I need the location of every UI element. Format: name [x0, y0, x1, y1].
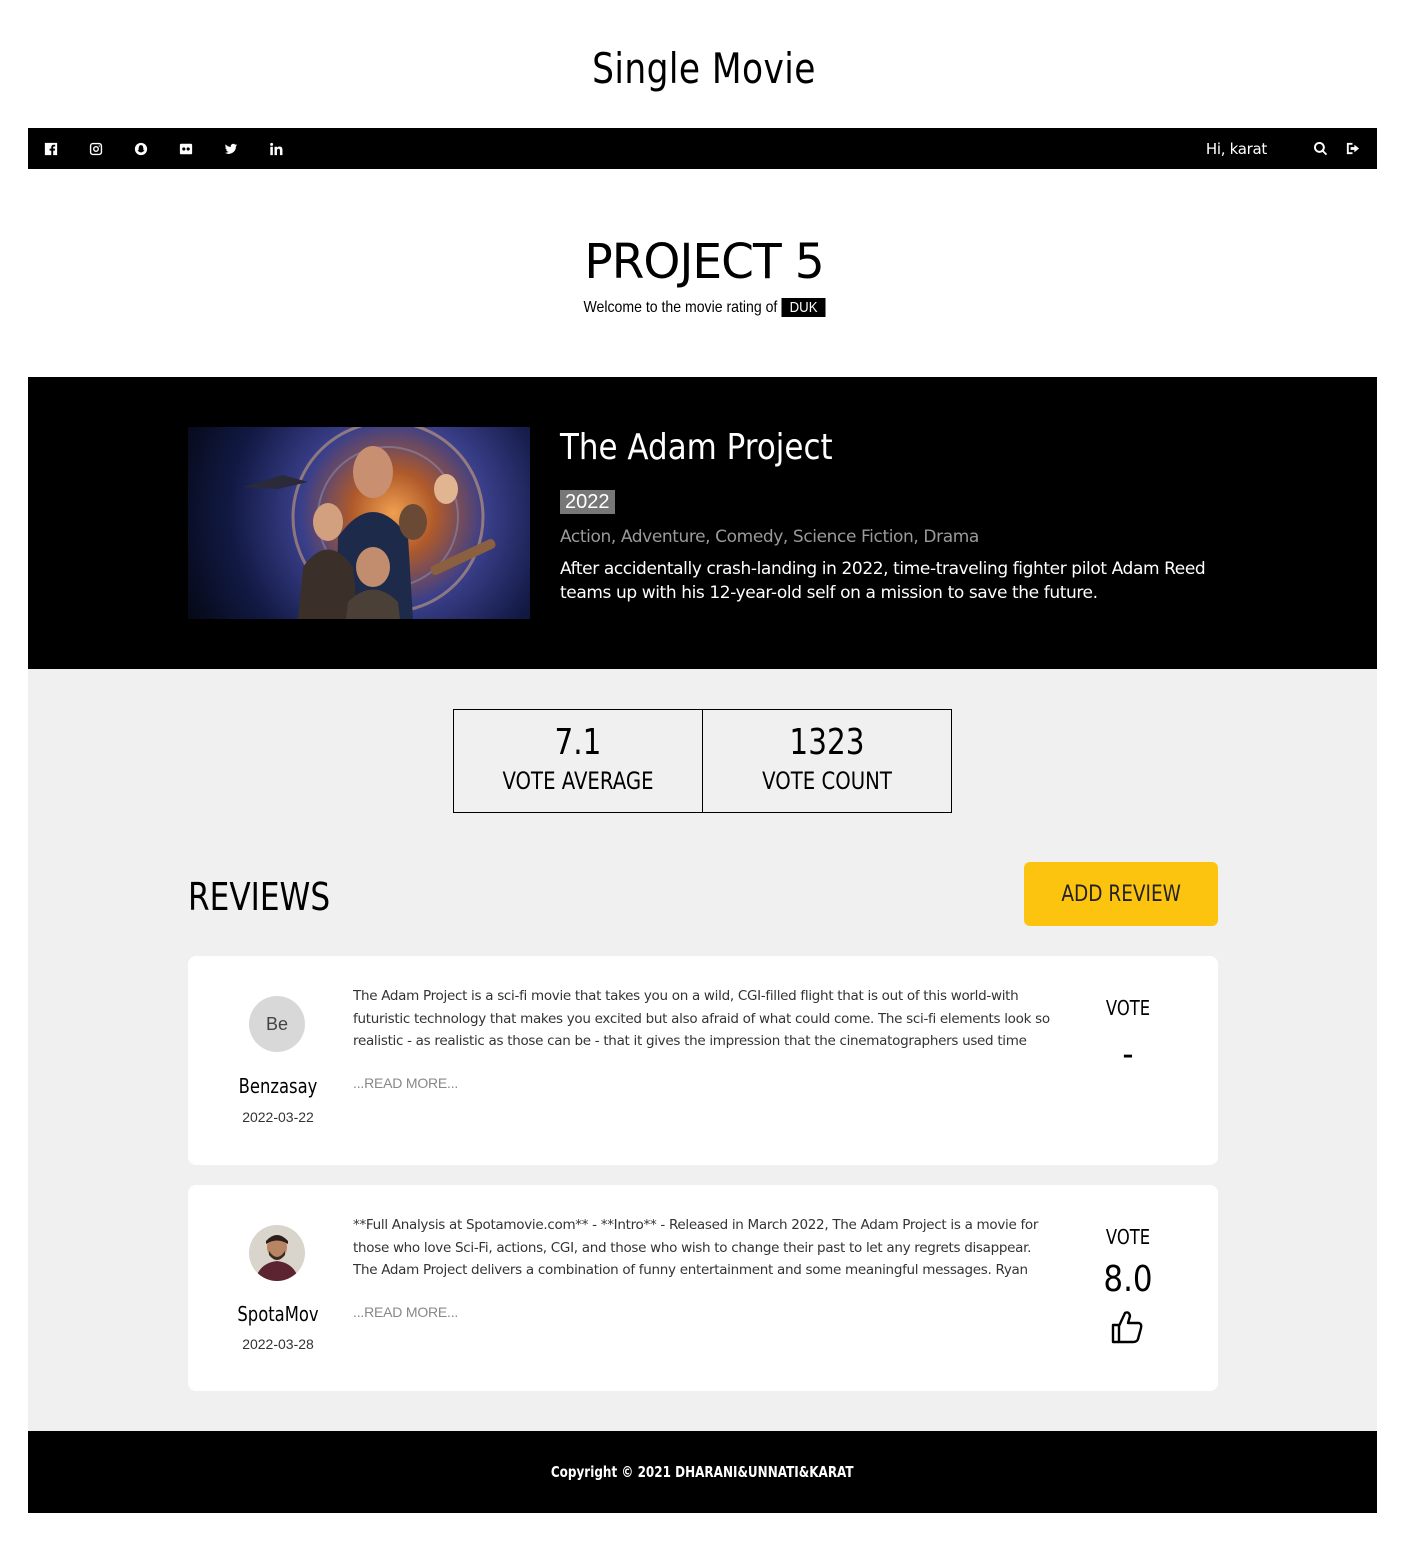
- review-author: Benzasay: [238, 1074, 318, 1098]
- search-icon[interactable]: [1313, 141, 1329, 157]
- copyright-text: Copyright © 2021 DHARANI&UNNATI&KARAT: [551, 1463, 854, 1481]
- vote-count-label: VOTE COUNT: [761, 767, 892, 795]
- brand-header: PROJECT 5 Welcome to the movie rating of…: [0, 234, 1408, 317]
- add-review-label: ADD REVIEW: [1061, 881, 1181, 907]
- review-date: 2022-03-22: [242, 1109, 314, 1125]
- read-more-link[interactable]: ...READ MORE...: [353, 1075, 458, 1091]
- review-content: **Full Analysis at Spotamovie.com** - **…: [353, 1217, 1039, 1278]
- user-greeting[interactable]: Hi, karat: [1206, 140, 1267, 158]
- twitter-icon[interactable]: [224, 142, 238, 156]
- vote-value: -: [1122, 1034, 1134, 1075]
- vote-label: VOTE: [1105, 1225, 1151, 1249]
- review-content: The Adam Project is a sci-fi movie that …: [353, 988, 1050, 1049]
- movie-genres: Action, Adventure, Comedy, Science Ficti…: [560, 527, 979, 547]
- review-date: 2022-03-28: [242, 1336, 314, 1352]
- welcome-line: Welcome to the movie rating of DUK: [583, 298, 825, 317]
- add-review-button[interactable]: ADD REVIEW: [1024, 862, 1218, 926]
- movie-overview: After accidentally crash-landing in 2022…: [560, 559, 1206, 603]
- top-navbar: Hi, karat: [28, 128, 1377, 169]
- vote-average-label: VOTE AVERAGE: [502, 767, 654, 795]
- review-card: Be Benzasay 2022-03-22 The Adam Project …: [188, 956, 1218, 1165]
- linkedin-icon[interactable]: [269, 142, 283, 156]
- footer: Copyright © 2021 DHARANI&UNNATI&KARAT: [28, 1431, 1377, 1513]
- movie-title: The Adam Project: [560, 427, 833, 468]
- snapchat-icon[interactable]: [134, 142, 148, 156]
- social-links: [28, 142, 314, 156]
- facebook-icon[interactable]: [44, 142, 58, 156]
- reviews-heading: REVIEWS: [188, 875, 331, 919]
- avatar: Be: [249, 996, 305, 1052]
- logout-icon[interactable]: [1345, 141, 1361, 157]
- vote-value: 8.0: [1103, 1259, 1153, 1300]
- page-title: Single Movie: [592, 44, 816, 93]
- vote-count-box: 1323 VOTE COUNT: [701, 709, 952, 813]
- movie-poster: [188, 427, 530, 619]
- vote-count-value: 1323: [788, 722, 865, 763]
- movie-details-section: 7.1 VOTE AVERAGE 1323 VOTE COUNT REVIEWS…: [28, 669, 1377, 1431]
- review-card: SpotaMov 2022-03-28 **Full Analysis at S…: [188, 1185, 1218, 1391]
- vote-average-value: 7.1: [554, 722, 602, 763]
- vote-stats: 7.1 VOTE AVERAGE 1323 VOTE COUNT: [453, 709, 952, 813]
- read-more-link[interactable]: ...READ MORE...: [353, 1304, 458, 1320]
- review-author: SpotaMov: [237, 1302, 319, 1326]
- avatar: [249, 1225, 305, 1281]
- brand-name: PROJECT 5: [584, 234, 824, 290]
- vote-average-box: 7.1 VOTE AVERAGE: [453, 709, 703, 813]
- brand-tag: DUK: [781, 298, 825, 317]
- thumbs-up-icon: [1111, 1311, 1143, 1344]
- user-tools: Hi, karat: [1206, 140, 1377, 158]
- vote-label: VOTE: [1105, 996, 1151, 1020]
- movie-hero: The Adam Project 2022 Action, Adventure,…: [28, 377, 1377, 669]
- flickr-icon[interactable]: [179, 142, 193, 156]
- movie-year-badge: 2022: [560, 490, 615, 514]
- welcome-text: Welcome to the movie rating of: [583, 298, 777, 316]
- instagram-icon[interactable]: [89, 142, 103, 156]
